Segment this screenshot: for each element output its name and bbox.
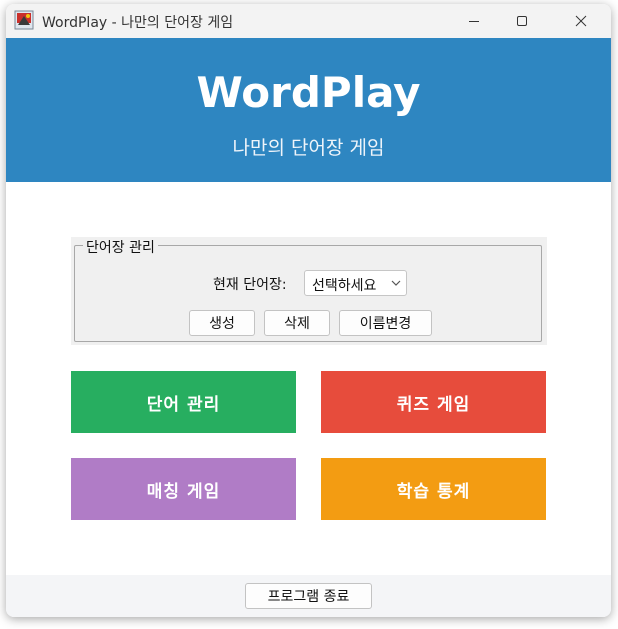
app-subtitle: 나만의 단어장 게임 [232,137,385,159]
rename-button[interactable]: 이름변경 [339,310,432,336]
maximize-icon [517,16,527,26]
app-icon [14,10,34,30]
app-window: WordPlay - 나만의 단어장 게임 WordPlay 나만의 단어장 게… [6,4,611,617]
matching-game-button[interactable]: 매칭 게임 [71,458,296,520]
create-button[interactable]: 생성 [189,310,255,336]
title-bar: WordPlay - 나만의 단어장 게임 [6,4,611,38]
vocab-management-panel: 단어장 관리 현재 단어장: 선택하세요 생성 삭제 이름변경 [71,237,547,345]
exit-program-button[interactable]: 프로그램 종료 [245,583,372,609]
delete-button[interactable]: 삭제 [264,310,330,336]
close-button[interactable] [559,4,603,38]
window-title: WordPlay - 나만의 단어장 게임 [42,15,234,31]
vocab-select-value: 선택하세요 [312,278,377,294]
footer-bar: 프로그램 종료 [6,575,611,617]
minimize-icon [469,21,479,22]
chevron-down-icon [391,280,401,286]
vocab-management-group: 단어장 관리 현재 단어장: 선택하세요 생성 삭제 이름변경 [74,237,542,342]
minimize-button[interactable] [452,4,496,38]
quiz-game-button[interactable]: 퀴즈 게임 [321,371,546,433]
group-legend: 단어장 관리 [83,237,158,257]
vocab-select[interactable]: 선택하세요 [304,270,407,296]
app-name: WordPlay [196,68,421,117]
close-icon [575,15,587,27]
header-banner: WordPlay 나만의 단어장 게임 [6,38,611,182]
word-management-button[interactable]: 단어 관리 [71,371,296,433]
current-vocab-label: 현재 단어장: [213,277,287,293]
maximize-button[interactable] [500,4,544,38]
study-stats-button[interactable]: 학습 통계 [321,458,546,520]
